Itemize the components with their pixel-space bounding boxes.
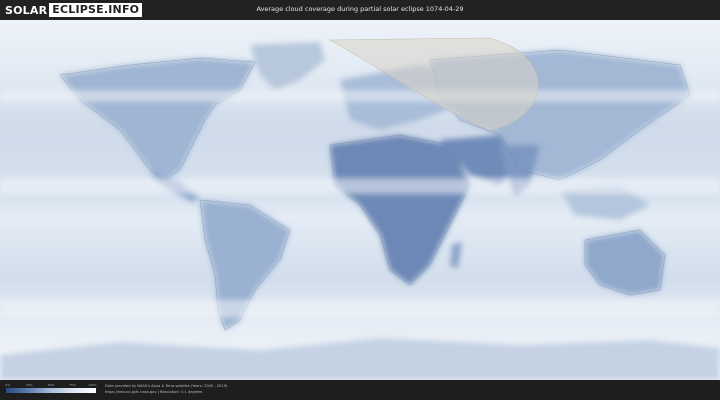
map-svg	[0, 20, 720, 380]
credits-link[interactable]: https://neo.sci.gsfc.nasa.gov | Resoluti…	[105, 390, 227, 396]
legend-tick: 0%	[5, 383, 11, 387]
data-credits: Data provided by NASA's Aqua & Terra sat…	[105, 384, 227, 395]
legend-tick: 25%	[26, 383, 33, 387]
page-title: Average cloud coverage during partial so…	[256, 5, 464, 13]
antarctica	[0, 338, 720, 380]
legend-color-bar	[6, 388, 96, 393]
legend-tick: 50%	[47, 383, 55, 387]
credits-line: Data provided by NASA's Aqua & Terra sat…	[105, 384, 228, 388]
legend-tick: 100%	[88, 383, 97, 387]
legend-tick: 75%	[69, 383, 76, 387]
header-bar: SOLAR ECLIPSE.INFO Average cloud coverag…	[0, 0, 720, 20]
cloud-coverage-map	[0, 20, 720, 380]
legend-ticks: 0% 25% 50% 75% 100%	[5, 383, 97, 388]
cloud-coverage-legend: 0% 25% 50% 75% 100%	[5, 383, 97, 393]
